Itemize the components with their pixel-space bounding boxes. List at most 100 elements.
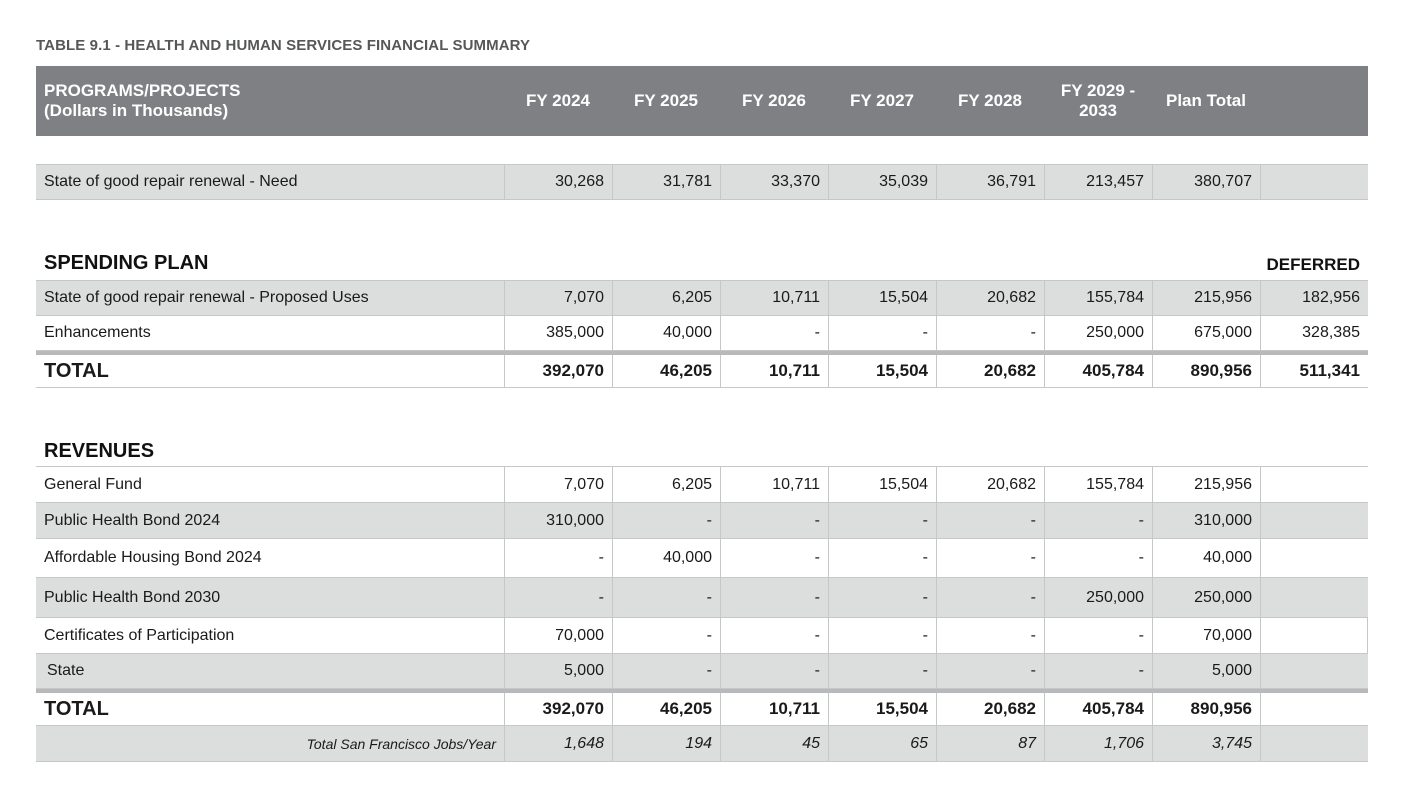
header-fy2026: FY 2026 <box>742 91 806 110</box>
deferred-column-label: DEFERRED <box>1266 255 1360 274</box>
header-fy2027: FY 2027 <box>850 91 914 110</box>
cell-fy2026: 33,370 <box>720 165 828 199</box>
header-fy2025: FY 2025 <box>634 91 698 110</box>
cell-fy2029-2033: 250,000 <box>1044 316 1152 350</box>
cell-fy2027: 15,504 <box>828 281 936 315</box>
row-label: Certificates of Participation <box>44 626 235 644</box>
cell-empty <box>1260 539 1368 577</box>
cell-fy2026: - <box>720 654 828 688</box>
cell-fy2025: 40,000 <box>612 316 720 350</box>
cell-fy2025: - <box>612 654 720 688</box>
cell-fy2024: - <box>504 539 612 577</box>
cell-plan-total: 380,707 <box>1152 165 1260 199</box>
cell-fy2025: - <box>612 578 720 617</box>
cell-fy2025: 6,205 <box>612 467 720 502</box>
cell-fy2029-2033: - <box>1044 618 1152 653</box>
table-row-proposed-uses: State of good repair renewal - Proposed … <box>36 280 1368 316</box>
cell-fy2025: 31,781 <box>612 165 720 199</box>
cell-fy2025: 46,205 <box>612 693 720 725</box>
cell-fy2026: - <box>720 316 828 350</box>
cell-plan-total: 40,000 <box>1152 539 1260 577</box>
cell-fy2027: - <box>828 316 936 350</box>
cell-fy2024: - <box>504 578 612 617</box>
header-label-line1: PROGRAMS/PROJECTS <box>44 81 241 100</box>
cell-fy2025: 194 <box>612 726 720 761</box>
cell-fy2026: - <box>720 539 828 577</box>
cell-fy2024: 310,000 <box>504 503 612 538</box>
table-row-need: State of good repair renewal - Need 30,2… <box>36 164 1368 200</box>
cell-fy2028: - <box>936 578 1044 617</box>
cell-fy2027: - <box>828 578 936 617</box>
cell-fy2026: 45 <box>720 726 828 761</box>
cell-fy2028: - <box>936 654 1044 688</box>
cell-deferred: 182,956 <box>1260 281 1368 315</box>
cell-fy2025: - <box>612 618 720 653</box>
cell-fy2024: 7,070 <box>504 467 612 502</box>
cell-fy2026: - <box>720 503 828 538</box>
cell-fy2028: 20,682 <box>936 355 1044 387</box>
cell-fy2029-2033: 250,000 <box>1044 578 1152 617</box>
table-row-certificates-of-participation: Certificates of Participation 70,000 - -… <box>36 618 1368 654</box>
cell-fy2025: 46,205 <box>612 355 720 387</box>
row-label: State of good repair renewal - Proposed … <box>44 289 369 306</box>
cell-fy2024: 5,000 <box>504 654 612 688</box>
cell-fy2029-2033: - <box>1044 539 1152 577</box>
header-fy2028: FY 2028 <box>958 91 1022 110</box>
cell-fy2024: 7,070 <box>504 281 612 315</box>
cell-fy2028: - <box>936 618 1044 653</box>
row-label: Affordable Housing Bond 2024 <box>44 549 262 566</box>
row-label: State of good repair renewal - Need <box>44 173 298 190</box>
table-row-affordable-housing-bond-2024: Affordable Housing Bond 2024 - 40,000 - … <box>36 539 1368 578</box>
cell-fy2028: - <box>936 316 1044 350</box>
cell-deferred: 328,385 <box>1260 316 1368 350</box>
cell-fy2027: 35,039 <box>828 165 936 199</box>
table-row-revenues-total: TOTAL 392,070 46,205 10,711 15,504 20,68… <box>36 689 1368 726</box>
table-row-enhancements: Enhancements 385,000 40,000 - - - 250,00… <box>36 316 1368 351</box>
cell-fy2027: 15,504 <box>828 693 936 725</box>
cell-fy2027: - <box>828 654 936 688</box>
cell-fy2024: 70,000 <box>504 618 612 653</box>
section-title-revenues: REVENUES <box>44 440 155 462</box>
cell-plan-total: 250,000 <box>1152 578 1260 617</box>
cell-fy2027: 15,504 <box>828 467 936 502</box>
cell-fy2027: - <box>828 618 936 653</box>
cell-deferred: 511,341 <box>1260 355 1368 387</box>
cell-fy2028: 20,682 <box>936 467 1044 502</box>
cell-empty <box>1260 467 1368 502</box>
section-title-spending-plan: SPENDING PLAN <box>44 252 209 274</box>
header-fy2029-2033: FY 2029 - 2033 <box>1044 66 1152 136</box>
cell-fy2026: 10,711 <box>720 467 828 502</box>
cell-fy2028: 36,791 <box>936 165 1044 199</box>
cell-fy2025: - <box>612 503 720 538</box>
header-plan-total: Plan Total <box>1166 91 1246 110</box>
table-header: PROGRAMS/PROJECTS (Dollars in Thousands)… <box>36 66 1368 136</box>
cell-plan-total: 215,956 <box>1152 467 1260 502</box>
header-fy2029-line2: 2033 <box>1079 101 1117 120</box>
table-row-jobs-per-year: Total San Francisco Jobs/Year 1,648 194 … <box>36 726 1368 762</box>
row-label: TOTAL <box>44 697 109 720</box>
row-label: Public Health Bond 2024 <box>44 511 221 529</box>
cell-fy2026: - <box>720 578 828 617</box>
table-caption: TABLE 9.1 - HEALTH AND HUMAN SERVICES FI… <box>36 37 531 54</box>
cell-fy2026: 10,711 <box>720 693 828 725</box>
cell-fy2024: 1,648 <box>504 726 612 761</box>
cell-fy2024: 392,070 <box>504 693 612 725</box>
cell-plan-total: 675,000 <box>1152 316 1260 350</box>
cell-empty <box>1260 618 1368 653</box>
header-label-line2: (Dollars in Thousands) <box>44 101 229 120</box>
cell-plan-total: 3,745 <box>1152 726 1260 761</box>
row-label: State <box>47 662 85 679</box>
cell-fy2028: - <box>936 503 1044 538</box>
cell-fy2027: - <box>828 503 936 538</box>
row-label: Public Health Bond 2030 <box>44 588 221 606</box>
header-programs-label: PROGRAMS/PROJECTS (Dollars in Thousands) <box>36 66 504 136</box>
cell-fy2025: 6,205 <box>612 281 720 315</box>
cell-fy2028: - <box>936 539 1044 577</box>
cell-empty <box>1260 165 1368 199</box>
cell-fy2026: - <box>720 618 828 653</box>
cell-fy2027: 65 <box>828 726 936 761</box>
cell-plan-total: 70,000 <box>1152 618 1260 653</box>
cell-fy2028: 20,682 <box>936 281 1044 315</box>
cell-fy2029-2033: 155,784 <box>1044 281 1152 315</box>
cell-plan-total: 890,956 <box>1152 693 1260 725</box>
